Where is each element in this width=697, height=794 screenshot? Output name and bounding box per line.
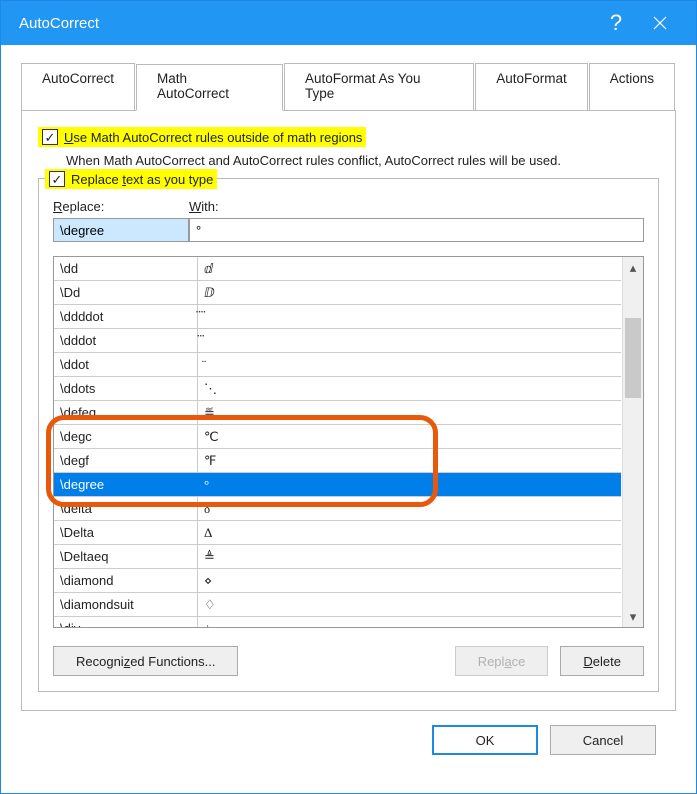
table-row[interactable]: \Ddⅅ — [54, 281, 621, 305]
table-row[interactable]: \diamondsuit♢ — [54, 593, 621, 617]
table-row[interactable]: \deltaδ — [54, 497, 621, 521]
entry-with: ̈ — [198, 357, 621, 373]
tab-autoformat[interactable]: AutoFormat — [475, 63, 588, 110]
conflict-note: When Math AutoCorrect and AutoCorrect ru… — [66, 153, 659, 168]
entry-replace: \dddot — [54, 329, 198, 352]
table-row[interactable]: \ddoẗ — [54, 353, 621, 377]
table-row[interactable]: \degf℉ — [54, 449, 621, 473]
dialog-buttons: OK Cancel — [21, 711, 676, 773]
entry-with: ℃ — [198, 429, 621, 445]
replace-as-you-type-checkbox[interactable] — [49, 171, 65, 187]
autocorrect-dialog: AutoCorrect ? AutoCorrect Math AutoCorre… — [0, 0, 697, 794]
entry-with: Δ — [198, 525, 621, 541]
table-row[interactable]: \defeq≝ — [54, 401, 621, 425]
entries-listbox[interactable]: \ddⅆ\Ddⅅ\ddddot⃜\dddot⃛\ddoẗ\ddots⋱\def… — [53, 256, 644, 628]
titlebar: AutoCorrect ? — [1, 1, 696, 45]
entry-replace: \ddot — [54, 353, 198, 376]
entry-with: ♢ — [198, 597, 621, 613]
entry-replace: \dd — [54, 257, 198, 280]
replace-label: Replace: — [53, 199, 189, 214]
replace-input[interactable] — [53, 218, 189, 242]
tab-math-autocorrect[interactable]: Math AutoCorrect — [136, 64, 283, 111]
entry-replace: \Dd — [54, 281, 198, 304]
table-row[interactable]: \ddⅆ — [54, 257, 621, 281]
entry-replace: \defeq — [54, 401, 198, 424]
replace-button: Replace — [455, 646, 549, 676]
entry-replace: \degf — [54, 449, 198, 472]
use-outside-math-checkbox[interactable] — [42, 129, 58, 145]
entry-replace: \ddddot — [54, 305, 198, 328]
entry-replace: \degc — [54, 425, 198, 448]
tab-autoformat-as-you-type[interactable]: AutoFormat As You Type — [284, 63, 474, 110]
scroll-down-icon[interactable]: ▾ — [623, 606, 643, 627]
table-row[interactable]: \ddots⋱ — [54, 377, 621, 401]
close-button[interactable] — [638, 1, 682, 45]
cancel-button[interactable]: Cancel — [550, 725, 656, 755]
delete-button[interactable]: Delete — [560, 646, 644, 676]
entry-with: ⅅ — [198, 285, 621, 301]
entry-replace: \diamondsuit — [54, 593, 198, 616]
entry-with: ° — [198, 477, 621, 493]
entry-replace: \ddots — [54, 377, 198, 400]
table-row[interactable]: \Deltaeq≜ — [54, 545, 621, 569]
recognized-functions-button[interactable]: Recognized Functions... — [53, 646, 238, 676]
use-outside-math-label: Use Math AutoCorrect rules outside of ma… — [64, 130, 362, 145]
help-button[interactable]: ? — [594, 1, 638, 45]
replace-as-you-type-label: Replace text as you type — [71, 172, 213, 187]
table-row[interactable]: \degree° — [54, 473, 621, 497]
tab-autocorrect[interactable]: AutoCorrect — [21, 63, 135, 110]
entry-with: ≝ — [198, 405, 621, 421]
with-label: With: — [189, 199, 219, 214]
entry-with: ÷ — [198, 621, 621, 628]
entry-replace: \Delta — [54, 521, 198, 544]
tab-strip: AutoCorrect Math AutoCorrect AutoFormat … — [21, 63, 676, 111]
entry-replace: \div — [54, 617, 198, 627]
tab-actions[interactable]: Actions — [589, 63, 675, 110]
entry-with: ℉ — [198, 453, 621, 469]
entry-replace: \Deltaeq — [54, 545, 198, 568]
entry-with: ⃜ — [198, 309, 621, 325]
replace-group: Replace text as you type Replace: With: … — [38, 178, 659, 692]
ok-button[interactable]: OK — [432, 725, 538, 755]
table-row[interactable]: \degc℃ — [54, 425, 621, 449]
entry-with: ⅆ — [198, 261, 621, 277]
entry-replace: \diamond — [54, 569, 198, 592]
table-row[interactable]: \ddddot⃜ — [54, 305, 621, 329]
use-outside-math-row: Use Math AutoCorrect rules outside of ma… — [38, 127, 659, 147]
entry-with: ⋄ — [198, 573, 621, 589]
entry-with: ⃛ — [198, 333, 621, 349]
entry-replace: \delta — [54, 497, 198, 520]
window-title: AutoCorrect — [19, 15, 594, 32]
dialog-body: AutoCorrect Math AutoCorrect AutoFormat … — [1, 45, 696, 793]
entry-with: δ — [198, 501, 621, 517]
entry-with: ⋱ — [198, 381, 621, 397]
table-row[interactable]: \diamond⋄ — [54, 569, 621, 593]
with-input[interactable] — [189, 218, 644, 242]
scroll-up-icon[interactable]: ▴ — [623, 257, 643, 278]
entry-replace: \degree — [54, 473, 198, 496]
scrollbar[interactable]: ▴ ▾ — [622, 257, 643, 627]
table-row[interactable]: \div÷ — [54, 617, 621, 627]
tab-panel: Use Math AutoCorrect rules outside of ma… — [21, 111, 676, 711]
table-row[interactable]: \DeltaΔ — [54, 521, 621, 545]
scroll-thumb[interactable] — [625, 318, 641, 398]
entry-with: ≜ — [198, 549, 621, 565]
table-row[interactable]: \dddot⃛ — [54, 329, 621, 353]
